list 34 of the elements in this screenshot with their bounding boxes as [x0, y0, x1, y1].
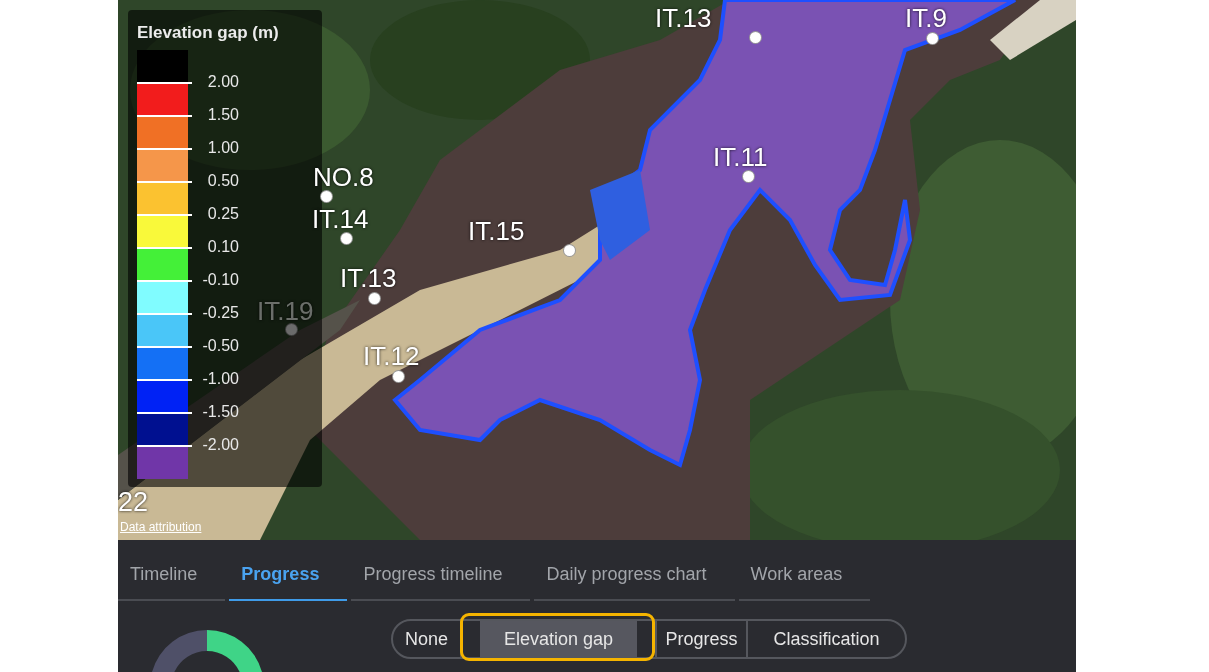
legend-label: 1.00 — [207, 138, 239, 158]
mode-option[interactable]: Elevation gap — [480, 621, 637, 657]
marker-label: IT.9 — [905, 3, 947, 33]
legend-label: -1.00 — [202, 369, 239, 389]
legend-label: -0.10 — [202, 270, 239, 290]
marker-label: IT.11 — [713, 142, 768, 172]
marker-label: 22 — [118, 487, 149, 517]
legend-label: -1.50 — [202, 402, 239, 422]
marker-label: IT.12 — [363, 341, 420, 371]
tab[interactable]: Work areas — [738, 548, 871, 601]
tab[interactable]: Daily progress chart — [534, 548, 735, 601]
tab[interactable]: Timeline — [118, 548, 226, 601]
legend-label: -2.00 — [202, 435, 239, 455]
legend-label: 0.50 — [207, 171, 239, 191]
donut-slice — [152, 630, 207, 672]
legend-label: 0.25 — [207, 204, 239, 224]
legend-title: Elevation gap (m) — [137, 22, 279, 44]
marker-label: IT.13 — [655, 3, 712, 33]
donut-slice — [207, 630, 262, 672]
marker-label: IT.15 — [468, 216, 525, 246]
mode-option[interactable]: Classification — [767, 621, 886, 657]
marker-label: NO.8 — [313, 162, 374, 192]
legend-label: -0.25 — [202, 303, 239, 323]
legend-label: 0.10 — [207, 237, 239, 257]
marker-label: IT.19 — [257, 296, 314, 326]
mode-option[interactable]: None — [399, 621, 454, 657]
legend-label: 1.50 — [207, 105, 239, 125]
legend-label: 2.00 — [207, 72, 239, 92]
tab[interactable]: Progress timeline — [351, 548, 531, 601]
marker-label: IT.14 — [312, 204, 369, 234]
marker-label: IT.13 — [340, 263, 397, 293]
legend-label: -0.50 — [202, 336, 239, 356]
mode-option[interactable]: Progress — [659, 621, 744, 657]
tab[interactable]: Progress — [229, 548, 348, 601]
